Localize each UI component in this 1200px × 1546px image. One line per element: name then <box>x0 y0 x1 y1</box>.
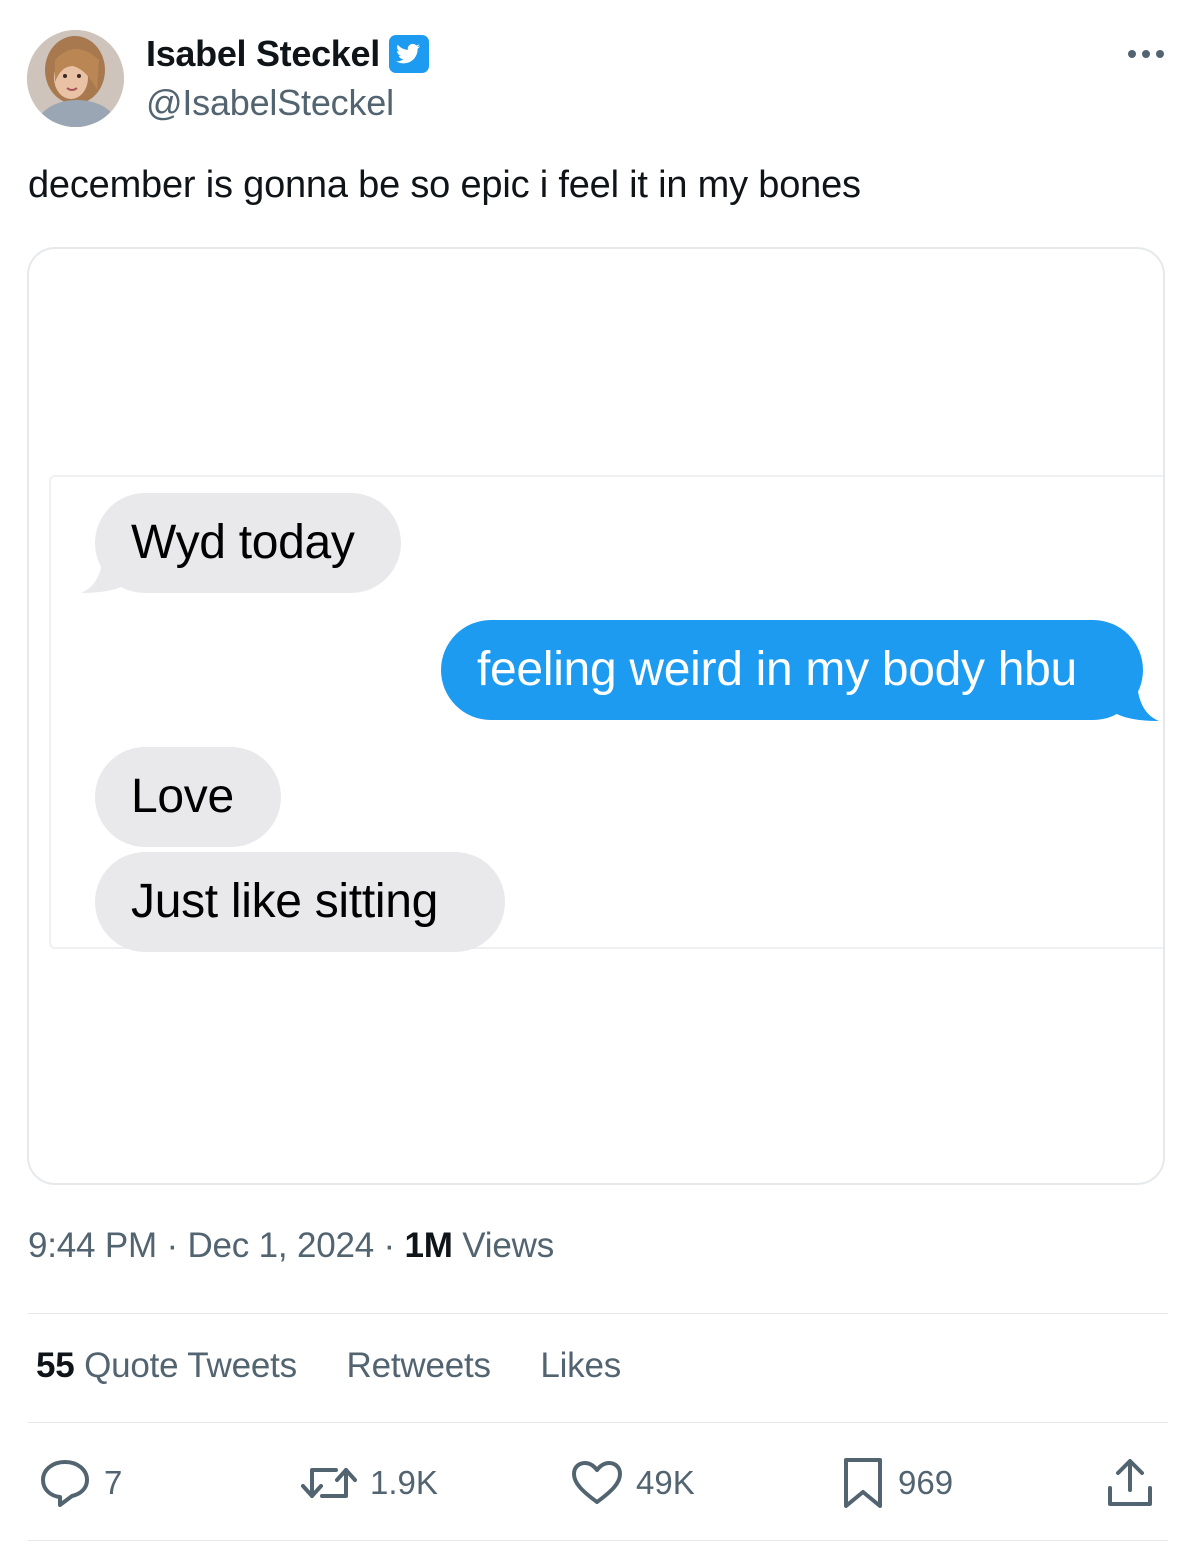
tweet-text: december is gonna be so epic i feel it i… <box>28 164 861 206</box>
divider <box>28 1540 1168 1541</box>
verified-badge-icon <box>388 34 430 74</box>
like-icon <box>572 1461 622 1504</box>
message-bubble-incoming: Just like sitting <box>95 852 505 952</box>
retweet-button[interactable]: 1.9K <box>300 1455 438 1511</box>
bookmark-button[interactable]: 969 <box>840 1455 953 1511</box>
divider <box>28 1422 1168 1423</box>
retweet-count: 1.9K <box>370 1464 438 1501</box>
retweet-icon <box>301 1468 357 1498</box>
more-icon[interactable] <box>1124 40 1168 68</box>
separator-dot: · <box>383 1226 405 1265</box>
reply-button[interactable]: 7 <box>38 1455 122 1511</box>
like-button[interactable]: 49K <box>570 1455 695 1511</box>
author-name-row[interactable]: Isabel Steckel <box>146 32 430 76</box>
action-bar: 7 1.9K 49K 969 <box>0 1455 1200 1511</box>
share-icon <box>1108 1459 1152 1506</box>
divider <box>28 1313 1168 1314</box>
quote-tweets-link[interactable]: 55 Quote Tweets <box>36 1346 297 1385</box>
reply-icon <box>41 1460 89 1507</box>
reply-count: 7 <box>104 1464 123 1501</box>
author-handle[interactable]: @IsabelSteckel <box>146 82 394 124</box>
avatar[interactable] <box>27 30 124 127</box>
message-bubble-incoming: Love <box>95 747 281 847</box>
likes-link[interactable]: Likes <box>540 1346 621 1385</box>
share-button[interactable] <box>1104 1455 1156 1511</box>
message-bubble-outgoing: feeling weird in my body hbu <box>441 620 1143 720</box>
quote-tweets-count: 55 <box>36 1346 75 1385</box>
retweets-link[interactable]: Retweets <box>347 1346 491 1385</box>
quote-tweets-label: Quote Tweets <box>84 1346 297 1385</box>
views-count: 1M <box>404 1226 453 1265</box>
like-count: 49K <box>636 1464 695 1501</box>
message-bubble-incoming: Wyd today <box>95 493 401 593</box>
display-name[interactable]: Isabel Steckel <box>146 33 380 75</box>
engagement-stats: 55 Quote Tweets Retweets Likes <box>36 1346 661 1386</box>
tweet-time[interactable]: 9:44 PM <box>28 1226 157 1265</box>
views-label: Views <box>462 1226 555 1265</box>
message-screenshot: Wyd today feeling weird in my body hbu L… <box>49 475 1163 952</box>
tweet-media[interactable]: Wyd today feeling weird in my body hbu L… <box>27 247 1165 1185</box>
separator-dot: · <box>166 1226 188 1265</box>
tweet-meta: 9:44 PM · Dec 1, 2024 · 1M Views <box>28 1226 554 1266</box>
bookmark-icon <box>844 1458 882 1508</box>
bookmark-count: 969 <box>898 1464 954 1501</box>
tweet-date[interactable]: Dec 1, 2024 <box>187 1226 374 1265</box>
